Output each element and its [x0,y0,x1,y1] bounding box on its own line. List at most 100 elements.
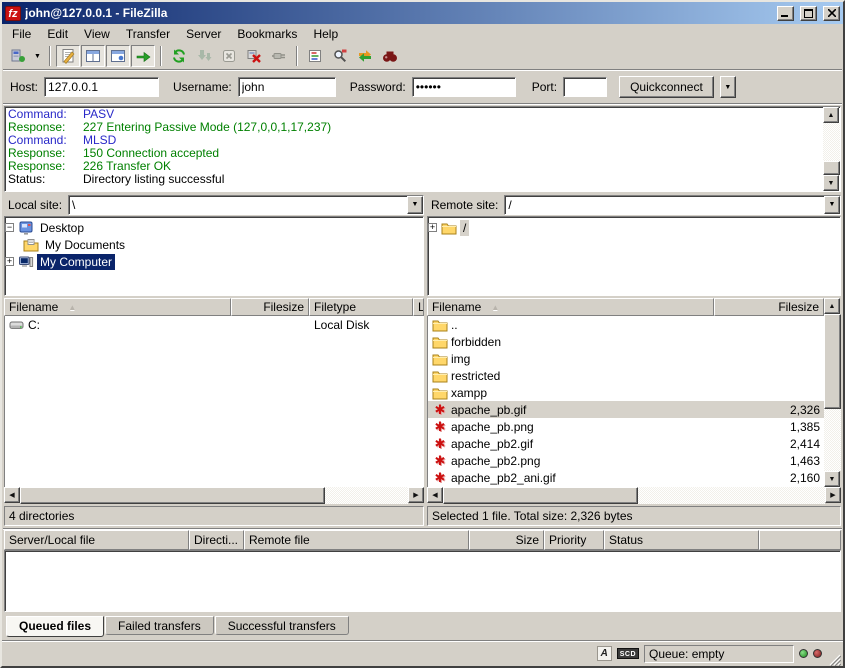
remote-file-row[interactable]: ✱ apache_pb2.gif 2,414 [428,435,824,452]
scrollbar-track[interactable] [443,487,825,504]
scrollbar-track[interactable] [824,314,841,471]
password-input[interactable] [412,77,516,97]
synchronized-browsing-button[interactable] [353,45,377,67]
column-header-filesize[interactable]: Filesize [231,298,309,316]
remote-site-value[interactable]: / [505,196,824,214]
remote-file-row-selected[interactable]: ✱ apache_pb.gif 2,326 [428,401,824,418]
column-header-server-local-file[interactable]: Server/Local file [4,530,189,550]
find-files-button[interactable] [378,45,402,67]
column-header-status[interactable]: Status [604,530,759,550]
menu-transfer[interactable]: Transfer [118,25,178,43]
collapse-icon[interactable]: − [5,223,14,232]
toggle-local-tree-button[interactable] [81,45,105,67]
tree-item-desktop[interactable]: − Desktop [5,219,423,236]
remote-file-row[interactable]: .. [428,316,824,333]
remote-horizontal-scrollbar[interactable]: ◀ ▶ [427,487,841,504]
disconnect-button[interactable] [242,45,266,67]
remote-directory-tree[interactable]: + / [427,216,841,296]
port-input[interactable] [563,77,607,97]
menu-help[interactable]: Help [305,25,346,43]
maximize-button[interactable] [800,6,817,21]
scroll-up-button[interactable]: ▲ [823,107,839,123]
queue-list[interactable] [4,550,841,612]
close-button[interactable] [823,6,840,21]
tree-item-my-computer[interactable]: + My Computer [5,253,423,270]
local-directory-tree[interactable]: − Desktop My Doc [4,216,424,296]
scrollbar-thumb[interactable] [443,487,638,504]
chevron-down-icon[interactable]: ▼ [407,196,423,214]
expand-icon[interactable]: + [428,223,437,232]
column-header-remote-file[interactable]: Remote file [244,530,469,550]
toggle-log-button[interactable] [56,45,80,67]
scrollbar-track[interactable] [20,487,408,504]
process-queue-button[interactable] [192,45,216,67]
scroll-left-button[interactable]: ◀ [427,487,443,503]
expand-icon[interactable]: + [5,257,14,266]
scroll-right-button[interactable]: ▶ [825,487,841,503]
host-input[interactable] [44,77,159,97]
remote-file-row[interactable]: ✱ apache_pb.png 1,385 [428,418,824,435]
scroll-right-button[interactable]: ▶ [408,487,424,503]
site-manager-dropdown-button[interactable]: ▼ [31,45,44,67]
local-site-combo[interactable]: \ ▼ [68,195,424,215]
minimize-button[interactable] [777,6,794,21]
resize-grip[interactable] [827,652,841,666]
remote-file-row[interactable]: ✱ apache_pb2_ani.gif 2,160 [428,469,824,486]
scroll-down-button[interactable]: ▼ [823,175,839,191]
tab-queued-files[interactable]: Queued files [6,616,104,637]
local-file-list[interactable]: C: Local Disk [4,316,424,487]
menu-bookmarks[interactable]: Bookmarks [229,25,305,43]
local-horizontal-scrollbar[interactable]: ◀ ▶ [4,487,424,504]
title-bar[interactable]: fz john@127.0.0.1 - FileZilla [2,2,843,24]
username-input[interactable] [238,77,336,97]
column-header-direction[interactable]: Directi... [189,530,244,550]
tab-successful-transfers[interactable]: Successful transfers [215,616,349,635]
remote-site-combo[interactable]: / ▼ [504,195,841,215]
column-header-last-modified[interactable]: L [413,298,424,316]
tree-item-root[interactable]: + / [428,219,840,236]
scrollbar-thumb[interactable] [823,161,840,175]
column-header-filetype[interactable]: Filetype [309,298,413,316]
menu-view[interactable]: View [76,25,118,43]
column-header-filesize[interactable]: Filesize [714,298,824,316]
menu-server[interactable]: Server [178,25,229,43]
directory-comparison-button[interactable] [328,45,352,67]
local-site-value[interactable]: \ [69,196,407,214]
quickconnect-dropdown-button[interactable]: ▼ [720,76,736,98]
message-log-lines[interactable]: Command: PASV Response: 227 Entering Pas… [5,107,823,191]
scroll-up-button[interactable]: ▲ [824,298,840,314]
remote-file-row[interactable]: xampp [428,384,824,401]
remote-file-row[interactable]: forbidden [428,333,824,350]
reconnect-button[interactable] [267,45,291,67]
scroll-left-button[interactable]: ◀ [4,487,20,503]
remote-file-list[interactable]: .. forbidden [427,316,824,487]
remote-file-row[interactable]: ✱ apache_pb2.png 1,463 [428,452,824,469]
remote-file-row[interactable]: restricted [428,367,824,384]
toggle-remote-tree-button[interactable] [106,45,130,67]
menu-file[interactable]: File [4,25,39,43]
quickconnect-button[interactable]: Quickconnect [619,76,714,98]
column-header-size[interactable]: Size [469,530,544,550]
log-vertical-scrollbar[interactable]: ▲ ▼ [823,107,840,191]
scrollbar-thumb[interactable] [20,487,325,504]
remote-file-row[interactable]: img [428,350,824,367]
scrollbar-thumb[interactable] [824,314,841,409]
cancel-operation-button[interactable] [217,45,241,67]
refresh-button[interactable] [167,45,191,67]
scroll-down-button[interactable]: ▼ [824,471,840,487]
transfer-type-indicator[interactable]: A [597,646,612,661]
site-manager-button[interactable] [6,45,30,67]
toggle-queue-button[interactable] [131,45,155,67]
column-header-filename[interactable]: Filename ▲ [4,298,231,316]
tree-item-my-documents[interactable]: My Documents [5,236,423,253]
remote-vertical-scrollbar[interactable]: ▲ ▼ [824,298,841,487]
filter-button[interactable] [303,45,327,67]
local-file-row[interactable]: C: Local Disk [5,316,424,333]
column-header-filename[interactable]: Filename ▲ [427,298,714,316]
tab-failed-transfers[interactable]: Failed transfers [105,616,214,635]
speed-limits-indicator[interactable]: SCD [617,648,639,659]
scrollbar-track[interactable] [823,123,840,175]
menu-edit[interactable]: Edit [39,25,76,43]
chevron-down-icon[interactable]: ▼ [824,196,840,214]
column-header-priority[interactable]: Priority [544,530,604,550]
